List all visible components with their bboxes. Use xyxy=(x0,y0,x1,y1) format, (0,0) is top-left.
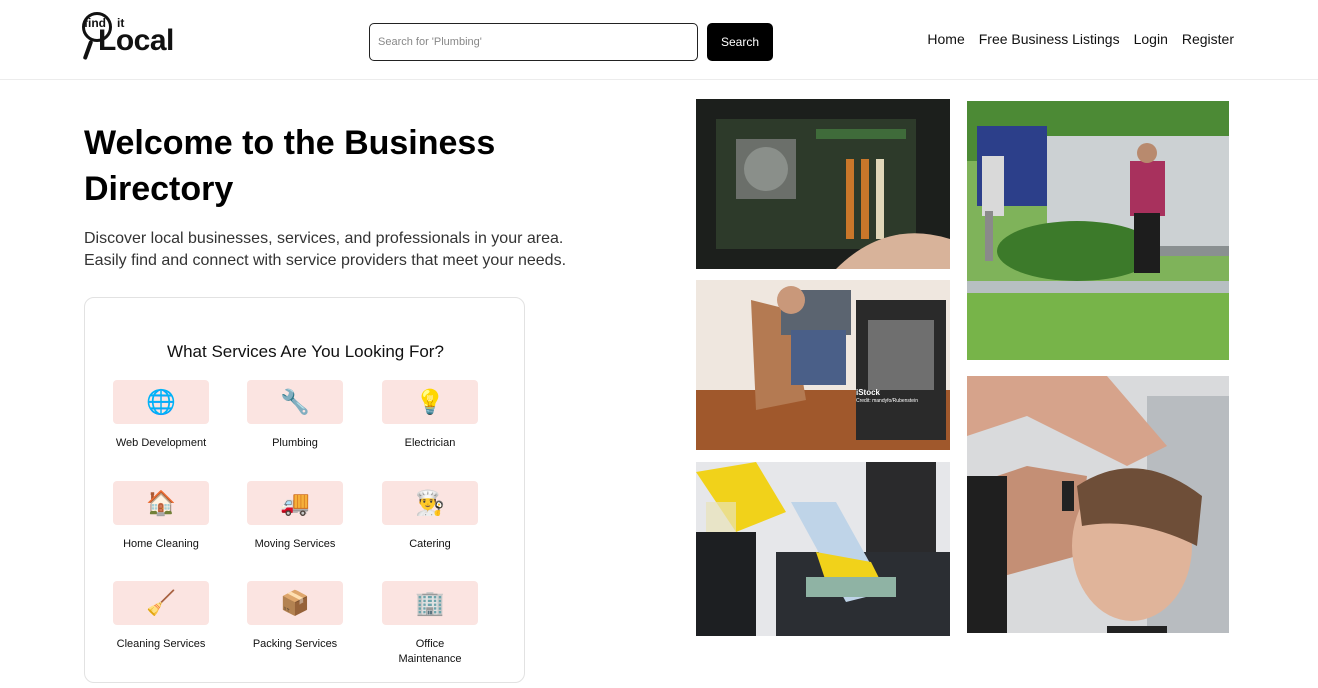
services-card: What Services Are You Looking For? 🌐 Web… xyxy=(84,297,525,683)
broom-icon: 🧹 xyxy=(113,581,209,625)
package-icon: 📦 xyxy=(247,581,343,625)
search-button[interactable]: Search xyxy=(707,23,773,61)
service-label: Office Maintenance xyxy=(398,638,462,665)
service-catering[interactable]: 👨‍🍳 Catering xyxy=(381,481,479,552)
wrench-icon: 🔧 xyxy=(247,380,343,424)
logo-local-text: Local xyxy=(98,24,174,57)
service-moving-services[interactable]: 🚚 Moving Services xyxy=(246,481,344,552)
service-label: Home Cleaning xyxy=(123,538,199,550)
photo-barber xyxy=(967,376,1229,633)
service-label: Electrician xyxy=(404,437,456,449)
service-label: Packing Services xyxy=(252,638,338,650)
services-title: What Services Are You Looking For? xyxy=(167,342,444,361)
truck-icon: 🚚 xyxy=(247,481,343,525)
page-title: Welcome to the Business Directory xyxy=(84,124,496,208)
search-input[interactable] xyxy=(369,23,698,61)
service-web-development[interactable]: 🌐 Web Development xyxy=(112,380,210,451)
nav-login-link[interactable]: Login xyxy=(1134,31,1168,47)
lightbulb-icon: 💡 xyxy=(382,380,478,424)
istock-credit: Credit: mandyfo/Rubenstein xyxy=(856,398,918,404)
photo-lawn-service xyxy=(967,101,1229,360)
magnifier-handle xyxy=(82,39,94,61)
photo-computer-repair xyxy=(696,99,950,269)
site-header: find it Local Search Home Free Business … xyxy=(0,0,1318,80)
istock-watermark: iStock xyxy=(856,388,881,397)
office-building-icon: 🏢 xyxy=(382,581,478,625)
nav-register-link[interactable]: Register xyxy=(1182,31,1234,47)
service-label: Web Development xyxy=(115,437,207,449)
find-it-local-logo[interactable]: find it Local xyxy=(80,10,180,62)
photo-plumber: iStock Credit: mandyfo/Rubenstein xyxy=(696,280,950,450)
service-plumbing[interactable]: 🔧 Plumbing xyxy=(246,380,344,451)
hero-subtitle-line1: Discover local businesses, services, and… xyxy=(84,230,564,247)
hero-subtitle: Discover local businesses, services, and… xyxy=(84,228,644,272)
service-label: Moving Services xyxy=(254,538,336,550)
hero-subtitle-line2: Easily find and connect with service pro… xyxy=(84,252,567,269)
photo-office-cleaning xyxy=(696,462,950,636)
nav-free-business-listings-link[interactable]: Free Business Listings xyxy=(979,31,1120,47)
service-cleaning-services[interactable]: 🧹 Cleaning Services xyxy=(112,581,210,652)
service-packing-services[interactable]: 📦 Packing Services xyxy=(246,581,344,652)
service-label: Plumbing xyxy=(272,437,318,449)
main-nav: Home Free Business Listings Login Regist… xyxy=(927,31,1234,47)
cook-icon: 👨‍🍳 xyxy=(382,481,478,525)
globe-icon: 🌐 xyxy=(113,380,209,424)
service-home-cleaning[interactable]: 🏠 Home Cleaning xyxy=(112,481,210,552)
service-office-maintenance[interactable]: 🏢 Office Maintenance xyxy=(381,581,479,667)
service-label: Cleaning Services xyxy=(116,638,206,650)
nav-home-link[interactable]: Home xyxy=(927,31,964,47)
service-label: Catering xyxy=(409,538,451,550)
house-icon: 🏠 xyxy=(113,481,209,525)
service-electrician[interactable]: 💡 Electrician xyxy=(381,380,479,451)
